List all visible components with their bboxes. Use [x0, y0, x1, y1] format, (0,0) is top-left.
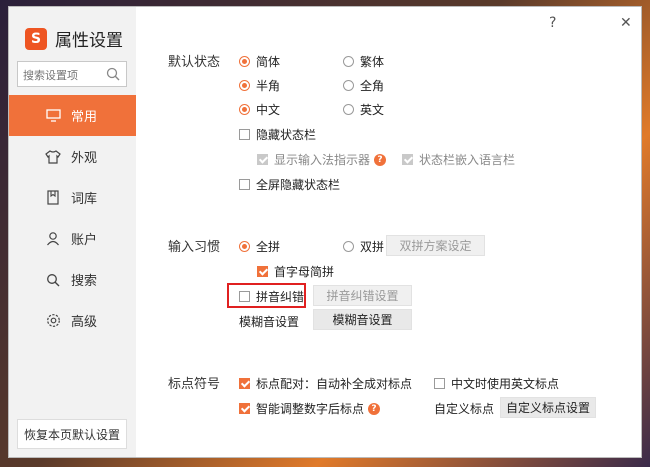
checkbox-english-punct[interactable]: 中文时使用英文标点	[434, 375, 559, 392]
option-label: 隐藏状态栏	[256, 128, 317, 142]
sidebar-item-advanced[interactable]: 高级	[9, 300, 136, 341]
radio-double-pinyin[interactable]: 双拼	[343, 238, 384, 255]
radio-halfwidth[interactable]: 半角	[239, 77, 280, 94]
radio-fullwidth[interactable]: 全角	[343, 77, 384, 94]
option-label: 标点配对：自动补全成对标点	[256, 377, 413, 391]
shirt-icon	[45, 149, 61, 165]
red-highlight-box	[227, 283, 306, 308]
section-label-input-habit: 输入习惯	[168, 240, 221, 255]
checkbox-hide-status-bar[interactable]: 隐藏状态栏	[239, 126, 316, 143]
checkbox-off-icon	[239, 179, 250, 190]
checkbox-fullscreen-hide[interactable]: 全屏隐藏状态栏	[239, 176, 340, 193]
sidebar-item-appearance[interactable]: 外观	[9, 136, 136, 177]
search-icon[interactable]	[106, 67, 120, 81]
sidebar-item-label: 账户	[71, 233, 98, 248]
gear-icon	[45, 313, 61, 329]
radio-full-pinyin[interactable]: 全拼	[239, 238, 280, 255]
radio-on-icon	[239, 241, 250, 252]
restore-defaults-button[interactable]: 恢复本页默认设置	[17, 419, 127, 449]
radio-chinese[interactable]: 中文	[239, 101, 280, 118]
sidebar-item-label: 常用	[71, 110, 98, 125]
option-label: 英文	[360, 103, 385, 117]
sogou-logo-icon: S	[25, 27, 47, 50]
sidebar: S 属性设置 常用 外观	[9, 7, 136, 457]
checkbox-off-icon	[434, 378, 445, 389]
radio-on-icon	[239, 104, 250, 115]
radio-on-icon	[239, 80, 250, 91]
search-icon	[45, 272, 61, 288]
radio-off-icon	[343, 56, 354, 67]
sidebar-item-label: 外观	[71, 151, 98, 166]
sidebar-item-label: 词库	[71, 192, 98, 207]
monitor-icon	[45, 108, 61, 124]
section-label-default-state: 默认状态	[168, 55, 221, 70]
radio-off-icon	[343, 104, 354, 115]
custom-punct-label: 自定义标点	[434, 400, 494, 417]
option-label: 模糊音设置	[239, 315, 300, 329]
checkbox-off-icon	[239, 129, 250, 140]
option-label: 半角	[256, 79, 281, 93]
sidebar-item-account[interactable]: 账户	[9, 218, 136, 259]
radio-english[interactable]: 英文	[343, 101, 384, 118]
option-label: 状态栏嵌入语言栏	[419, 153, 516, 167]
book-icon	[45, 190, 61, 206]
option-label: 简体	[256, 55, 281, 69]
checkbox-auto-pair[interactable]: 标点配对：自动补全成对标点	[239, 375, 412, 392]
checkbox-embed-language-bar[interactable]: 状态栏嵌入语言栏	[402, 151, 515, 168]
sidebar-item-common[interactable]: 常用	[9, 95, 136, 136]
sidebar-item-label: 搜索	[71, 274, 98, 289]
checkbox-initials-abbrev[interactable]: 首字母简拼	[257, 263, 334, 280]
checkbox-show-indicator[interactable]: 显示输入法指示器 ?	[257, 151, 387, 168]
sidebar-nav: 常用 外观 词库 账户 搜索 高级	[9, 95, 136, 341]
fuzzy-sound-settings-button[interactable]: 模糊音设置	[313, 309, 412, 330]
checkbox-disabled-checked-icon	[402, 154, 413, 165]
option-label: 中文时使用英文标点	[451, 377, 560, 391]
help-circle-icon[interactable]: ?	[374, 153, 387, 166]
checkbox-checked-icon	[239, 378, 250, 389]
checkbox-disabled-checked-icon	[257, 154, 268, 165]
option-label: 全拼	[256, 240, 281, 254]
radio-traditional[interactable]: 繁体	[343, 53, 384, 70]
window-title: 属性设置	[55, 31, 123, 51]
option-label: 显示输入法指示器	[274, 153, 371, 167]
option-label: 全屏隐藏状态栏	[256, 178, 341, 192]
radio-off-icon	[343, 241, 354, 252]
double-pinyin-scheme-button[interactable]: 双拼方案设定	[386, 235, 485, 256]
pinyin-correction-settings-button[interactable]: 拼音纠错设置	[313, 285, 412, 306]
settings-content: 默认状态 简体 繁体 半角 全角 中文 英文 隐藏状态栏 显示输入法指示器 ? …	[136, 7, 641, 457]
section-label-punctuation: 标点符号	[168, 377, 221, 392]
app-logo: S 属性设置	[25, 26, 123, 51]
option-label: 智能调整数字后标点	[256, 402, 365, 416]
fuzzy-sound-label: 模糊音设置	[239, 313, 299, 330]
settings-window: S 属性设置 常用 外观	[8, 6, 642, 458]
option-label: 中文	[256, 103, 281, 117]
help-circle-icon[interactable]: ?	[368, 402, 381, 415]
sidebar-item-dictionary[interactable]: 词库	[9, 177, 136, 218]
option-label: 双拼	[360, 240, 385, 254]
checkbox-smart-number[interactable]: 智能调整数字后标点 ?	[239, 400, 381, 417]
option-label: 首字母简拼	[274, 265, 335, 279]
sidebar-item-search[interactable]: 搜索	[9, 259, 136, 300]
option-label: 全角	[360, 79, 385, 93]
option-label: 繁体	[360, 55, 385, 69]
checkbox-checked-icon	[257, 266, 268, 277]
radio-on-icon	[239, 56, 250, 67]
checkbox-checked-icon	[239, 403, 250, 414]
radio-off-icon	[343, 80, 354, 91]
search-box[interactable]	[17, 61, 127, 87]
custom-punct-settings-button[interactable]: 自定义标点设置	[500, 397, 596, 418]
radio-simplified[interactable]: 简体	[239, 53, 280, 70]
option-label: 自定义标点	[434, 402, 495, 416]
sidebar-item-label: 高级	[71, 315, 98, 330]
user-icon	[45, 231, 61, 247]
search-input[interactable]	[21, 65, 105, 85]
